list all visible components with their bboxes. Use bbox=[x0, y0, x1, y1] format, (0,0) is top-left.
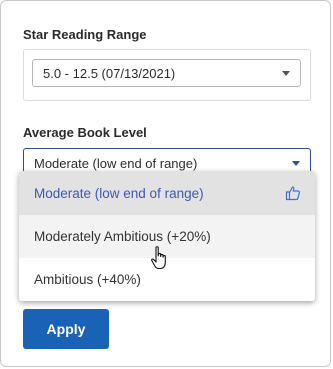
chevron-down-icon bbox=[282, 71, 290, 76]
star-reading-title: Star Reading Range bbox=[23, 27, 147, 42]
option-label: Ambitious (+40%) bbox=[34, 272, 141, 287]
chevron-down-icon bbox=[292, 161, 300, 166]
option-moderate[interactable]: Moderate (low end of range) bbox=[19, 171, 315, 215]
thumbs-up-icon bbox=[285, 186, 300, 201]
star-reading-select[interactable]: 5.0 - 12.5 (07/13/2021) bbox=[32, 59, 301, 87]
book-level-value: Moderate (low end of range) bbox=[34, 155, 198, 171]
book-level-title: Average Book Level bbox=[23, 125, 147, 140]
book-level-dropdown: Moderate (low end of range) Moderately A… bbox=[19, 171, 315, 301]
hand-cursor-icon bbox=[151, 246, 166, 270]
star-reading-value: 5.0 - 12.5 (07/13/2021) bbox=[43, 65, 176, 81]
option-label: Moderate (low end of range) bbox=[34, 185, 204, 201]
filter-panel: Star Reading Range 5.0 - 12.5 (07/13/202… bbox=[0, 0, 331, 367]
option-label: Moderately Ambitious (+20%) bbox=[34, 229, 211, 244]
apply-button[interactable]: Apply bbox=[23, 309, 109, 349]
